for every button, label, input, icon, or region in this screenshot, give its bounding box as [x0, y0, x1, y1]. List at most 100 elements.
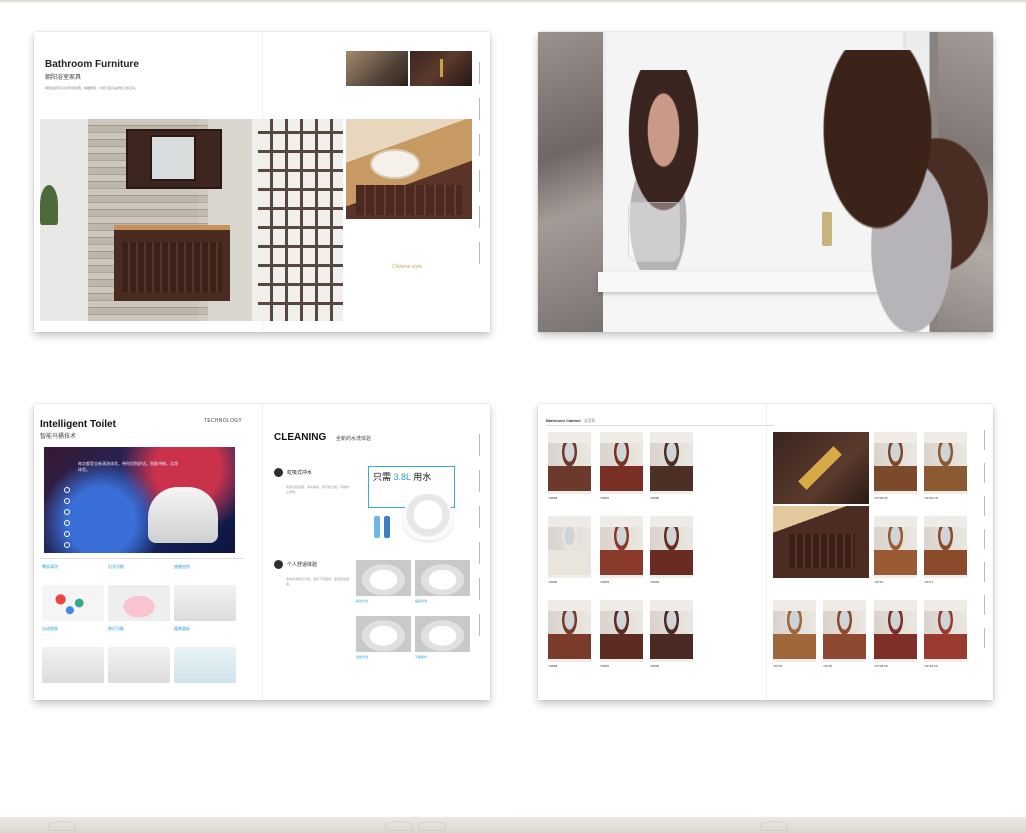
feature-icon: [274, 468, 283, 478]
section-tag: TECHNOLOGY: [204, 418, 243, 424]
feature-cell-image: [174, 585, 236, 621]
mirror: [150, 135, 196, 181]
page-gutter: [262, 404, 263, 700]
feature-siphon: 虹吸式冲水 利用虹吸原理，冲水静音，排污能力强，有效防止异味。: [274, 464, 350, 495]
product-code: YD866: [548, 580, 558, 584]
product-tile[interactable]: YD868: [548, 432, 591, 500]
feature-cell-image: [108, 585, 170, 621]
brochure-spread-bathroom-cabinet[interactable]: Bathroom Cabinet 浴室柜 YD868 YD867 YD865 YD866…: [538, 404, 993, 700]
wash-mode-image: [356, 616, 411, 652]
chapter-tabs: [984, 430, 985, 661]
product-code: YD863: [650, 580, 660, 584]
feature-cell: 臀部清洗: [42, 564, 104, 621]
cleaning-subtitle: 全新的水洗体验: [336, 436, 372, 442]
ornament: [418, 821, 446, 831]
product-tile[interactable]: YD869: [650, 600, 693, 668]
woman-figure: [818, 50, 988, 332]
product-image: [874, 432, 917, 494]
bottom-band: [0, 817, 1026, 833]
product-tile[interactable]: YD716: [823, 600, 866, 668]
product-tile[interactable]: YD863: [650, 516, 693, 584]
wash-mode-image: [415, 560, 470, 596]
product-tile[interactable]: YD718-00: [924, 600, 967, 668]
feature-cell: 座圈加热: [174, 564, 236, 621]
feature-cell: 缓降盖板: [174, 626, 236, 683]
product-image: [650, 432, 693, 494]
product-image: [548, 516, 591, 578]
toilet-bowl-image: [403, 494, 453, 540]
feature-cell: 妇洗功能: [108, 564, 170, 621]
product-image: [924, 516, 967, 578]
product-code: YD716: [874, 580, 884, 584]
toilet-hero-image: 每次都是全新清洗体验，带你回到舒适。智能冲刷，洁净体验。: [44, 447, 235, 553]
product-tile[interactable]: YD716: [874, 516, 917, 584]
chapter-tabs: [476, 434, 482, 650]
handle-thumbnail: [410, 51, 472, 86]
product-tile[interactable]: YD867: [600, 432, 643, 500]
feature-cell-desc: [174, 571, 236, 583]
product-tile[interactable]: YD715: [773, 600, 816, 668]
spread-title: Intelligent Toilet: [40, 419, 116, 430]
vanity-room-photo: [40, 119, 343, 321]
bottle-icon: [374, 516, 380, 538]
brush-cup: [628, 202, 680, 262]
feature-cell-desc: [174, 633, 236, 645]
product-code: YD718-18: [924, 496, 938, 500]
brochure-spread-bathroom-furniture[interactable]: Bathroom Furniture 朝阳浴室家具 朝阳浴室家具系列传承经典，精…: [34, 32, 490, 332]
feature-cell-desc: [42, 633, 104, 645]
feature-cell-title: 妇洗功能: [108, 564, 124, 569]
hero-text: 每次都是全新清洗体验，带你回到舒适。智能冲刷，洁净体验。: [78, 461, 178, 472]
feature-cell-title: 臀部清洗: [42, 564, 58, 569]
product-image: [924, 600, 967, 662]
product-image: [650, 600, 693, 662]
feature-cell-title: 夜灯功能: [108, 626, 124, 631]
product-tile[interactable]: YD865: [650, 432, 693, 500]
feature-cell-title: 座圈加热: [174, 564, 190, 569]
wash-mode-image: [356, 560, 411, 596]
product-code: YD867: [600, 664, 610, 668]
product-tile[interactable]: YD864: [600, 516, 643, 584]
chapter-tabs: [476, 62, 482, 278]
feature-bullets: [64, 487, 70, 553]
mirror-lifestyle-photo[interactable]: [538, 32, 993, 332]
brochure-spread-intelligent-toilet[interactable]: Intelligent Toilet 智能马桶技术 TECHNOLOGY 每次都…: [34, 404, 490, 700]
feature-cell-desc: [42, 571, 104, 583]
divider: [40, 558, 244, 559]
plant: [40, 185, 58, 225]
vanity-cabinet: [114, 225, 230, 301]
ornament: [760, 821, 788, 831]
spread-subtitle: 智能马桶技术: [40, 434, 77, 440]
top-rule: [0, 0, 1026, 3]
callout-suffix: 用水: [413, 472, 432, 482]
feature-cell: 自动除臭: [42, 626, 104, 683]
feature-cell-image: [42, 585, 104, 621]
marble-wall-left: [538, 32, 603, 332]
product-code: YD716: [823, 664, 833, 668]
product-image: [823, 600, 866, 662]
product-image: [600, 432, 643, 494]
cleaning-title: CLEANING: [274, 432, 327, 443]
feature-cell-title: 自动除臭: [42, 626, 58, 631]
product-tile[interactable]: YD868: [548, 600, 591, 668]
product-tile[interactable]: YD718-08: [874, 600, 917, 668]
wash-mode-label: 移动清洗: [356, 599, 369, 603]
feature-desc: 利用虹吸原理，冲水静音，排污能力强，有效防止异味。: [286, 485, 350, 494]
product-image: [548, 432, 591, 494]
basin-detail-photo: [346, 119, 472, 219]
product-code: YD868: [548, 496, 558, 500]
style-caption: Chinese style: [392, 264, 423, 270]
product-tile[interactable]: YD867: [600, 600, 643, 668]
product-tile[interactable]: YD718-18: [924, 432, 967, 500]
catalog-header-cn: 浴室柜: [583, 418, 596, 423]
ornament: [48, 821, 76, 831]
product-code: YD718-08: [874, 664, 888, 668]
feature-label: 虹吸式冲水: [287, 470, 313, 477]
feature-label: 个人舒适体验: [287, 562, 318, 569]
product-tile[interactable]: YD717: [924, 516, 967, 584]
ornament: [385, 821, 413, 831]
wash-mode-image: [415, 616, 470, 652]
faucet-thumbnail: [346, 51, 408, 86]
product-tile[interactable]: YD866: [548, 516, 591, 584]
spread-description: 朝阳浴室家具系列传承经典，精雕细琢，为您打造高品质的卫浴空间。: [45, 86, 139, 90]
product-tile[interactable]: YD718-00: [874, 432, 917, 500]
